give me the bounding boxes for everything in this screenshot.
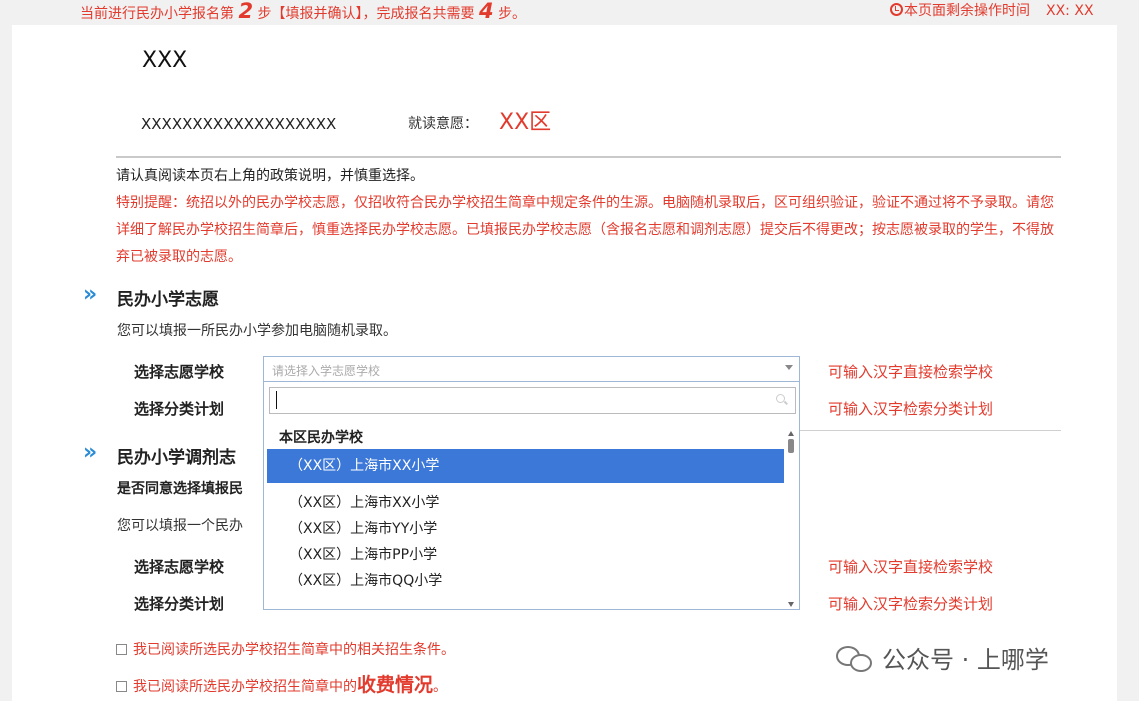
- confirm-conditions-row[interactable]: 我已阅读所选民办学校招生简章中的相关招生条件。: [116, 639, 455, 659]
- timer-value: XX: XX: [1046, 3, 1094, 19]
- header-divider: [116, 156, 1061, 158]
- confirm-conditions-label: 我已阅读所选民办学校招生简章中的相关招生条件。: [133, 642, 455, 658]
- fees-emphasis: 收费情况: [357, 674, 434, 696]
- step-prefix: 当前进行民办小学报名第: [80, 6, 234, 22]
- school-select-label: 选择志愿学校: [134, 363, 225, 381]
- scroll-up-icon[interactable]: [788, 431, 794, 436]
- section-chevron-icon: »: [83, 282, 97, 307]
- dropdown-group-label: 本区民办学校: [279, 430, 363, 446]
- watermark: 公众号 · 上哪学: [836, 640, 1049, 675]
- section-title-adjustment: 民办小学调剂志: [117, 448, 236, 468]
- confirm-fees-row[interactable]: 我已阅读所选民办学校招生简章中的收费情况。: [116, 670, 447, 697]
- dropdown-option[interactable]: （XX区）上海市QQ小学: [267, 568, 784, 594]
- timer-label: 本页面剩余操作时间: [904, 3, 1030, 19]
- section1-description: 您可以填报一所民办小学参加电脑随机录取。: [117, 323, 397, 339]
- scroll-down-icon[interactable]: [788, 602, 794, 607]
- top-status-bar: 当前进行民办小学报名第 2 步【填报并确认】，完成报名共需要 4 步。 本页面剩…: [0, 0, 1139, 24]
- confirm-fees-checkbox[interactable]: [116, 681, 127, 692]
- section2-description: 您可以填报一个民办: [117, 518, 243, 534]
- dropdown-option[interactable]: （XX区）上海市XX小学: [267, 490, 784, 516]
- plan-search-hint: 可输入汉字检索分类计划: [828, 400, 994, 418]
- text-caret: [276, 391, 277, 409]
- adjust-school-select-label: 选择志愿学校: [134, 558, 225, 576]
- adjust-plan-select-label: 选择分类计划: [134, 595, 225, 613]
- student-name: XXX: [142, 48, 188, 73]
- confirm-fees-label: 我已阅读所选民办学校招生简章中的: [133, 679, 357, 695]
- confirm-conditions-checkbox[interactable]: [116, 644, 127, 655]
- intent-district: XX区: [499, 110, 552, 135]
- step-middle: 步【填报并确认】，完成报名共需要: [257, 6, 475, 22]
- section-divider: [800, 430, 1061, 431]
- wechat-icon: [836, 644, 874, 674]
- current-step-number: 2: [238, 0, 254, 23]
- section-title-private-school: 民办小学志愿: [117, 290, 219, 310]
- search-icon: [776, 394, 785, 403]
- school-select[interactable]: 请选择入学志愿学校: [263, 356, 800, 382]
- school-search-hint: 可输入汉字直接检索学校: [828, 363, 994, 381]
- adjustment-question: 是否同意选择填报民: [117, 481, 243, 497]
- dropdown-option[interactable]: （XX区）上海市XX小学: [267, 449, 784, 483]
- policy-notice: 请认真阅读本页右上角的政策说明，并慎重选择。: [116, 168, 424, 184]
- watermark-text: 公众号 · 上哪学: [882, 646, 1049, 674]
- step-suffix: 步。: [498, 6, 527, 22]
- student-id-number: XXXXXXXXXXXXXXXXXXX: [141, 115, 337, 133]
- confirm-fees-suffix: 。: [433, 679, 448, 695]
- special-warning: 特别提醒：统招以外的民办学校志愿，仅招收符合民办学校招生简章中规定条件的生源。电…: [116, 195, 1054, 265]
- section-chevron-icon: »: [83, 440, 97, 465]
- school-dropdown[interactable]: 本区民办学校 （XX区）上海市XX小学 （XX区）上海市XX小学 （XX区）上海…: [263, 381, 800, 610]
- clock-icon: [890, 3, 903, 16]
- scroll-thumb[interactable]: [788, 439, 794, 453]
- intent-label: 就读意愿：: [408, 116, 478, 132]
- dropdown-scrollbar[interactable]: [786, 431, 796, 607]
- step-progress-text: 当前进行民办小学报名第 2 步【填报并确认】，完成报名共需要 4 步。: [80, 0, 526, 22]
- dropdown-option[interactable]: （XX区）上海市PP小学: [267, 542, 784, 568]
- chevron-down-icon: [785, 365, 793, 370]
- adjust-plan-search-hint: 可输入汉字检索分类计划: [828, 595, 994, 613]
- school-search-input[interactable]: [269, 387, 796, 414]
- total-step-number: 4: [478, 0, 494, 23]
- school-select-placeholder: 请选择入学志愿学校: [272, 364, 381, 378]
- dropdown-option[interactable]: （XX区）上海市YY小学: [267, 516, 784, 542]
- plan-select-label: 选择分类计划: [134, 400, 225, 418]
- adjust-school-search-hint: 可输入汉字直接检索学校: [828, 558, 994, 576]
- remaining-time: 本页面剩余操作时间 XX: XX: [890, 0, 1094, 22]
